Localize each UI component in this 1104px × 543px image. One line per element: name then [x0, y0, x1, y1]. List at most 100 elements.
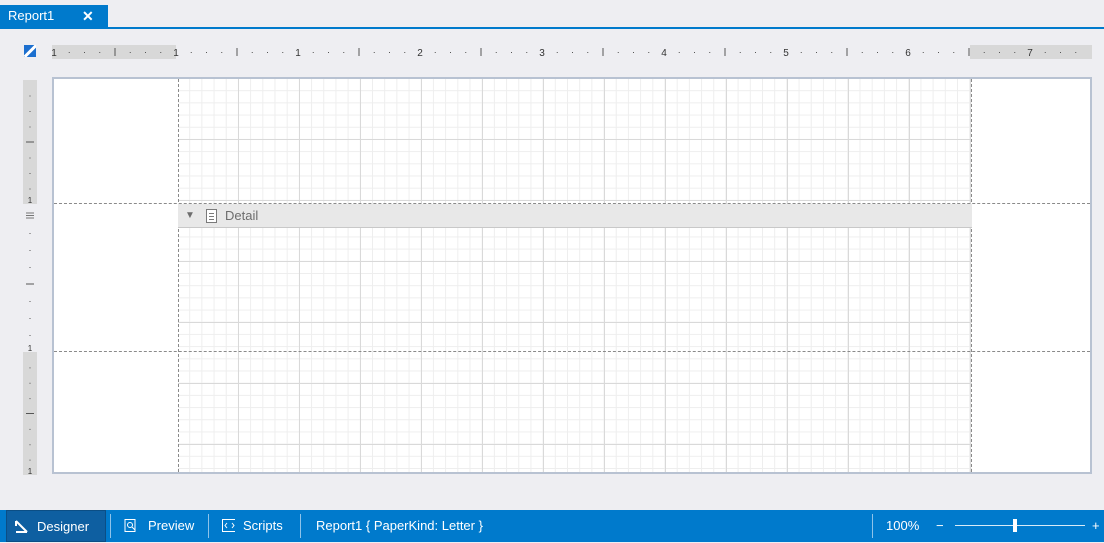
ruler-tick: [29, 459, 31, 461]
ruler-tick: [495, 52, 497, 53]
band-resize-handle-icon[interactable]: [26, 212, 34, 219]
ruler-tick: [29, 382, 31, 384]
ruler-tick: [739, 52, 741, 53]
band-icon: [206, 209, 217, 223]
horizontal-ruler: 1 1 1 2 3 4 5 6 7: [52, 45, 1092, 59]
report-design-surface[interactable]: ▼ Detail: [52, 77, 1092, 474]
ruler-tick: [99, 52, 101, 53]
preview-button[interactable]: Preview: [120, 510, 206, 542]
ruler-tick: [68, 52, 70, 53]
tab-overflow-icon[interactable]: [1098, 8, 1104, 20]
ruler-tick: [251, 52, 253, 53]
ruler-tick: [29, 367, 31, 369]
ruler-tick: [800, 52, 802, 53]
ruler-tick: [29, 188, 31, 190]
ruler-tick: [1014, 52, 1016, 53]
ruler-tick: [328, 52, 329, 53]
ruler-tick: [450, 52, 451, 53]
ruler-tick: [267, 52, 268, 53]
ruler-tick: [556, 52, 558, 53]
ruler-label: 1: [28, 196, 33, 205]
ruler-tick: [694, 52, 695, 53]
tab-strip: Report1 ✕: [0, 0, 1104, 28]
ruler-label: 5: [783, 48, 789, 59]
ruler-tick: [389, 52, 390, 53]
ruler-tick: [29, 95, 31, 97]
ruler-tick: [206, 52, 207, 53]
ruler-tick: [938, 52, 939, 53]
tab-title: Report1: [8, 8, 55, 23]
ruler-tick: [465, 52, 467, 53]
bottom-margin-line[interactable]: [54, 351, 1090, 352]
scripts-icon: [222, 519, 235, 532]
ruler-label: 3: [539, 48, 545, 59]
band-label: Detail: [225, 208, 259, 223]
ruler-tick: [282, 52, 284, 53]
status-separator: [110, 514, 111, 538]
zoom-slider-track[interactable]: [955, 525, 1085, 526]
ruler-tick: [511, 52, 512, 53]
ruler-tick: [29, 301, 31, 302]
status-separator: [872, 514, 873, 538]
ruler-tick: [160, 52, 162, 53]
ruler-corner-icon[interactable]: [24, 45, 36, 57]
status-separator: [208, 514, 209, 538]
ruler-tick: [617, 52, 619, 53]
close-icon[interactable]: ✕: [82, 5, 94, 27]
ruler-tick: [831, 52, 833, 53]
ruler-tick: [29, 428, 31, 430]
ruler-tick: [633, 52, 634, 53]
ruler-tick: [404, 52, 406, 53]
ruler-tick: [29, 250, 31, 251]
ruler-tick: [29, 318, 31, 319]
ruler-tick: [816, 52, 817, 53]
right-margin-line[interactable]: [971, 79, 972, 472]
ruler-tick: [29, 126, 31, 128]
zoom-level-text[interactable]: 100%: [886, 510, 919, 542]
ruler-tick: [29, 267, 31, 268]
ruler-tick: [877, 52, 878, 53]
ruler-tick: [145, 52, 146, 53]
report-info: Report1 { PaperKind: Letter }: [316, 518, 483, 533]
zoom-out-button[interactable]: −: [936, 510, 944, 542]
ruler-label: 1: [28, 344, 33, 353]
ruler-tick: [572, 52, 573, 53]
ruler-tick: [999, 52, 1000, 53]
ruler-left-margin: [52, 45, 176, 59]
collapse-arrow-icon[interactable]: ▼: [185, 204, 195, 228]
status-separator: [300, 514, 301, 538]
ruler-tick: [29, 157, 31, 159]
ruler-tick: [953, 52, 955, 53]
ruler-tick: [892, 52, 894, 53]
ruler-label: 1: [28, 467, 33, 475]
status-bar: Designer Preview Scripts Report1 { Paper…: [0, 510, 1104, 542]
ruler-label: 1: [295, 48, 301, 59]
ruler-tick: [861, 52, 863, 53]
ruler-tick: [190, 52, 192, 53]
ruler-tick: [678, 52, 680, 53]
scripts-button[interactable]: Scripts: [218, 510, 298, 542]
preview-icon: [124, 519, 136, 532]
left-margin-line[interactable]: [178, 79, 179, 472]
ruler-tick: [434, 52, 436, 53]
ruler-tick: [755, 52, 756, 53]
ruler-tick: [922, 52, 924, 53]
ruler-tick: [709, 52, 711, 53]
ruler-label: 2: [417, 48, 423, 59]
detail-band-grid[interactable]: [178, 79, 972, 472]
ruler-tick: [1060, 52, 1061, 53]
ruler-tick: [587, 52, 589, 53]
ruler-tick: [983, 52, 985, 53]
ruler-tick: [29, 444, 31, 446]
ruler-tick: [1075, 52, 1077, 53]
designer-button[interactable]: Designer: [6, 510, 106, 542]
zoom-in-button[interactable]: +: [1092, 510, 1100, 542]
ruler-label: 7: [1027, 48, 1033, 59]
zoom-slider-thumb[interactable]: [1013, 519, 1017, 532]
ruler-label: 6: [905, 48, 911, 59]
detail-band-header[interactable]: ▼ Detail: [178, 204, 972, 228]
ruler-tick: [343, 52, 345, 53]
tab-report1[interactable]: Report1 ✕: [0, 5, 108, 27]
ruler-label: 1: [173, 48, 179, 59]
ruler-tick: [29, 398, 31, 400]
